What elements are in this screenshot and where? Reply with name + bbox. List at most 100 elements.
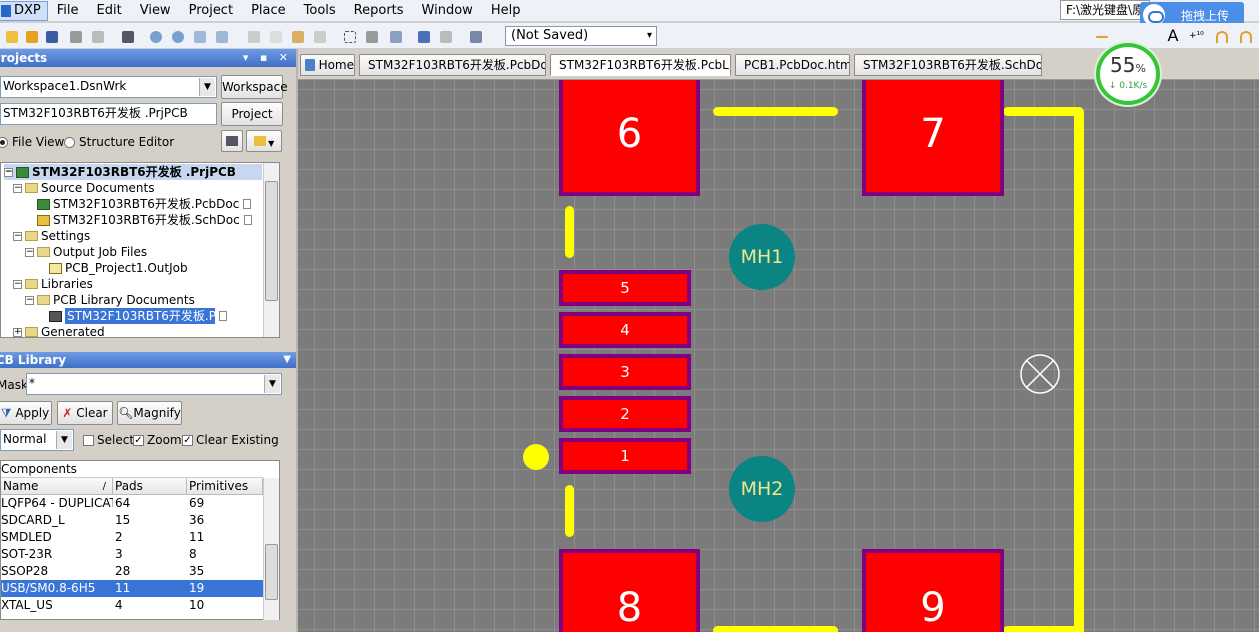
undo-button[interactable]: [414, 27, 432, 45]
mask-combo[interactable]: * ▼: [26, 373, 282, 395]
mounting-hole-mh1[interactable]: MH1: [729, 224, 795, 290]
table-row[interactable]: XTAL_US 4 10: [1, 597, 263, 614]
tab-pcbdoc[interactable]: STM32F103RBT6开发板.PcbDoc: [359, 54, 546, 76]
tree-outjob[interactable]: PCB_Project1.OutJob: [49, 260, 188, 276]
arc-center-button[interactable]: [1236, 27, 1254, 45]
collapse-icon[interactable]: −: [4, 167, 13, 177]
zoom-in-button[interactable]: [146, 27, 164, 45]
zoom-fit-button[interactable]: [190, 27, 208, 45]
tree-pcblib[interactable]: STM32F103RBT6开发板.PcbL: [49, 308, 227, 324]
table-row[interactable]: SMDLED 2 11: [1, 529, 263, 546]
chevron-down-icon[interactable]: ▼: [264, 375, 280, 393]
table-scrollbar[interactable]: [263, 478, 279, 620]
table-row[interactable]: USB/SM0.8-6H5 11 19: [1, 580, 263, 597]
print-button[interactable]: [66, 27, 84, 45]
mounting-hole-mh2[interactable]: MH2: [729, 456, 795, 522]
tree-libraries[interactable]: − Libraries: [13, 276, 93, 292]
text-tool-button[interactable]: A: [1164, 27, 1182, 45]
grid-button[interactable]: [466, 27, 498, 45]
menu-project[interactable]: Project: [180, 1, 242, 21]
menu-place[interactable]: Place: [242, 1, 295, 21]
chevron-down-icon[interactable]: ▼: [199, 78, 215, 96]
arc-tool-button[interactable]: [1212, 27, 1230, 45]
pad-5[interactable]: 5: [559, 270, 691, 306]
tree-generated[interactable]: + Generated: [13, 324, 105, 337]
project-field[interactable]: STM32F103RBT6开发板 .PrjPCB: [0, 103, 217, 125]
print-preview-button[interactable]: [88, 27, 106, 45]
collapse-icon[interactable]: −: [13, 279, 22, 289]
workspace-combo[interactable]: Workspace1.DsnWrk ▼: [0, 76, 217, 98]
scrollbar-thumb[interactable]: [265, 544, 278, 600]
paste-button[interactable]: [288, 27, 306, 45]
expand-icon[interactable]: +: [13, 327, 22, 337]
zoom-out-button[interactable]: [168, 27, 186, 45]
open-file-button[interactable]: [2, 27, 20, 45]
pcb-library-canvas[interactable]: 6 7 8 9 5 4 3 2 1 MH1 MH2: [298, 80, 1259, 632]
pad-1[interactable]: 1: [559, 438, 691, 474]
table-row[interactable]: SSOP28 28 35: [1, 563, 263, 580]
pad-6[interactable]: 6: [559, 80, 700, 196]
zoom-area-button[interactable]: [212, 27, 230, 45]
tree-root-project[interactable]: − STM32F103RBT6开发板 .PrjPCB: [4, 164, 262, 180]
panel-controls[interactable]: ▾ ▪ ✕: [243, 49, 292, 67]
pad-2[interactable]: 2: [559, 396, 691, 432]
open-project-button[interactable]: [22, 27, 40, 45]
pad-9[interactable]: 9: [862, 549, 1004, 632]
pad-8[interactable]: 8: [559, 549, 700, 632]
cut-button[interactable]: [244, 27, 262, 45]
variant-combo[interactable]: (Not Saved): [505, 26, 657, 46]
structure-editor-radio[interactable]: Structure Editor: [64, 135, 174, 149]
line-tool-button[interactable]: [1092, 27, 1110, 45]
project-menu-button[interactable]: ▼: [246, 130, 282, 152]
table-row[interactable]: LQFP64 - DUPLICATE 64 69: [1, 495, 263, 512]
tree-settings[interactable]: − Settings: [13, 228, 90, 244]
select-area-button[interactable]: [340, 27, 358, 45]
document-path[interactable]: F:\激光键盘\原: [1060, 0, 1150, 20]
tree-scrollbar[interactable]: [263, 163, 279, 337]
clear-button[interactable]: ✗ Clear: [57, 401, 113, 425]
menu-help[interactable]: Help: [482, 1, 530, 21]
copy-button[interactable]: [266, 27, 284, 45]
panel-menu-icon[interactable]: ▼: [283, 352, 291, 368]
collapse-icon[interactable]: −: [25, 295, 34, 305]
pad-3[interactable]: 3: [559, 354, 691, 390]
dxp-menu[interactable]: DXP: [0, 0, 48, 21]
tree-pcbdoc[interactable]: STM32F103RBT6开发板.PcbDoc: [37, 196, 252, 212]
menu-window[interactable]: Window: [413, 1, 482, 21]
pad-4[interactable]: 4: [559, 312, 691, 348]
collapse-icon[interactable]: −: [25, 247, 34, 257]
project-options-button[interactable]: [221, 130, 243, 152]
tab-home[interactable]: Home: [300, 54, 355, 76]
tree-source-documents[interactable]: − Source Documents: [13, 180, 154, 196]
tab-pcblib-active[interactable]: STM32F103RBT6开发板.PcbLib: [550, 54, 731, 76]
coordinate-tool-button[interactable]: +¹⁰: [1188, 27, 1206, 45]
collapse-icon[interactable]: −: [13, 183, 22, 193]
pad-7[interactable]: 7: [862, 80, 1004, 196]
project-button[interactable]: Project: [221, 102, 283, 126]
move-button[interactable]: [362, 27, 380, 45]
menu-reports[interactable]: Reports: [345, 1, 413, 21]
column-header-primitives[interactable]: Primitives: [187, 478, 263, 495]
network-speed-gauge[interactable]: 55% ↓ 0.1K/s: [1096, 43, 1160, 105]
menu-edit[interactable]: Edit: [88, 1, 131, 21]
tree-pcb-library-documents[interactable]: − PCB Library Documents: [25, 292, 195, 308]
rubber-stamp-button[interactable]: [310, 27, 328, 45]
deselect-button[interactable]: [386, 27, 404, 45]
save-button[interactable]: [42, 27, 60, 45]
layers-button[interactable]: [118, 27, 136, 45]
redo-button[interactable]: [436, 27, 454, 45]
collapse-icon[interactable]: −: [13, 231, 22, 241]
tree-schdoc[interactable]: STM32F103RBT6开发板.SchDoc: [37, 212, 252, 228]
file-view-radio[interactable]: File View: [0, 135, 64, 149]
menu-view[interactable]: View: [131, 1, 180, 21]
table-row[interactable]: SDCARD_L 15 36: [1, 512, 263, 529]
select-checkbox[interactable]: Select: [83, 433, 134, 447]
tab-schdoc[interactable]: STM32F103RBT6开发板.SchDoc: [854, 54, 1042, 76]
column-header-name[interactable]: Name /: [1, 478, 113, 495]
menu-tools[interactable]: Tools: [295, 1, 345, 21]
table-row[interactable]: SOT-23R 3 8: [1, 546, 263, 563]
clear-existing-checkbox[interactable]: ✓ Clear Existing: [182, 433, 279, 447]
chevron-down-icon[interactable]: ▼: [56, 431, 72, 449]
mode-combo[interactable]: Normal ▼: [0, 429, 74, 451]
magnify-button[interactable]: 🔍︎Magnify: [117, 401, 182, 425]
